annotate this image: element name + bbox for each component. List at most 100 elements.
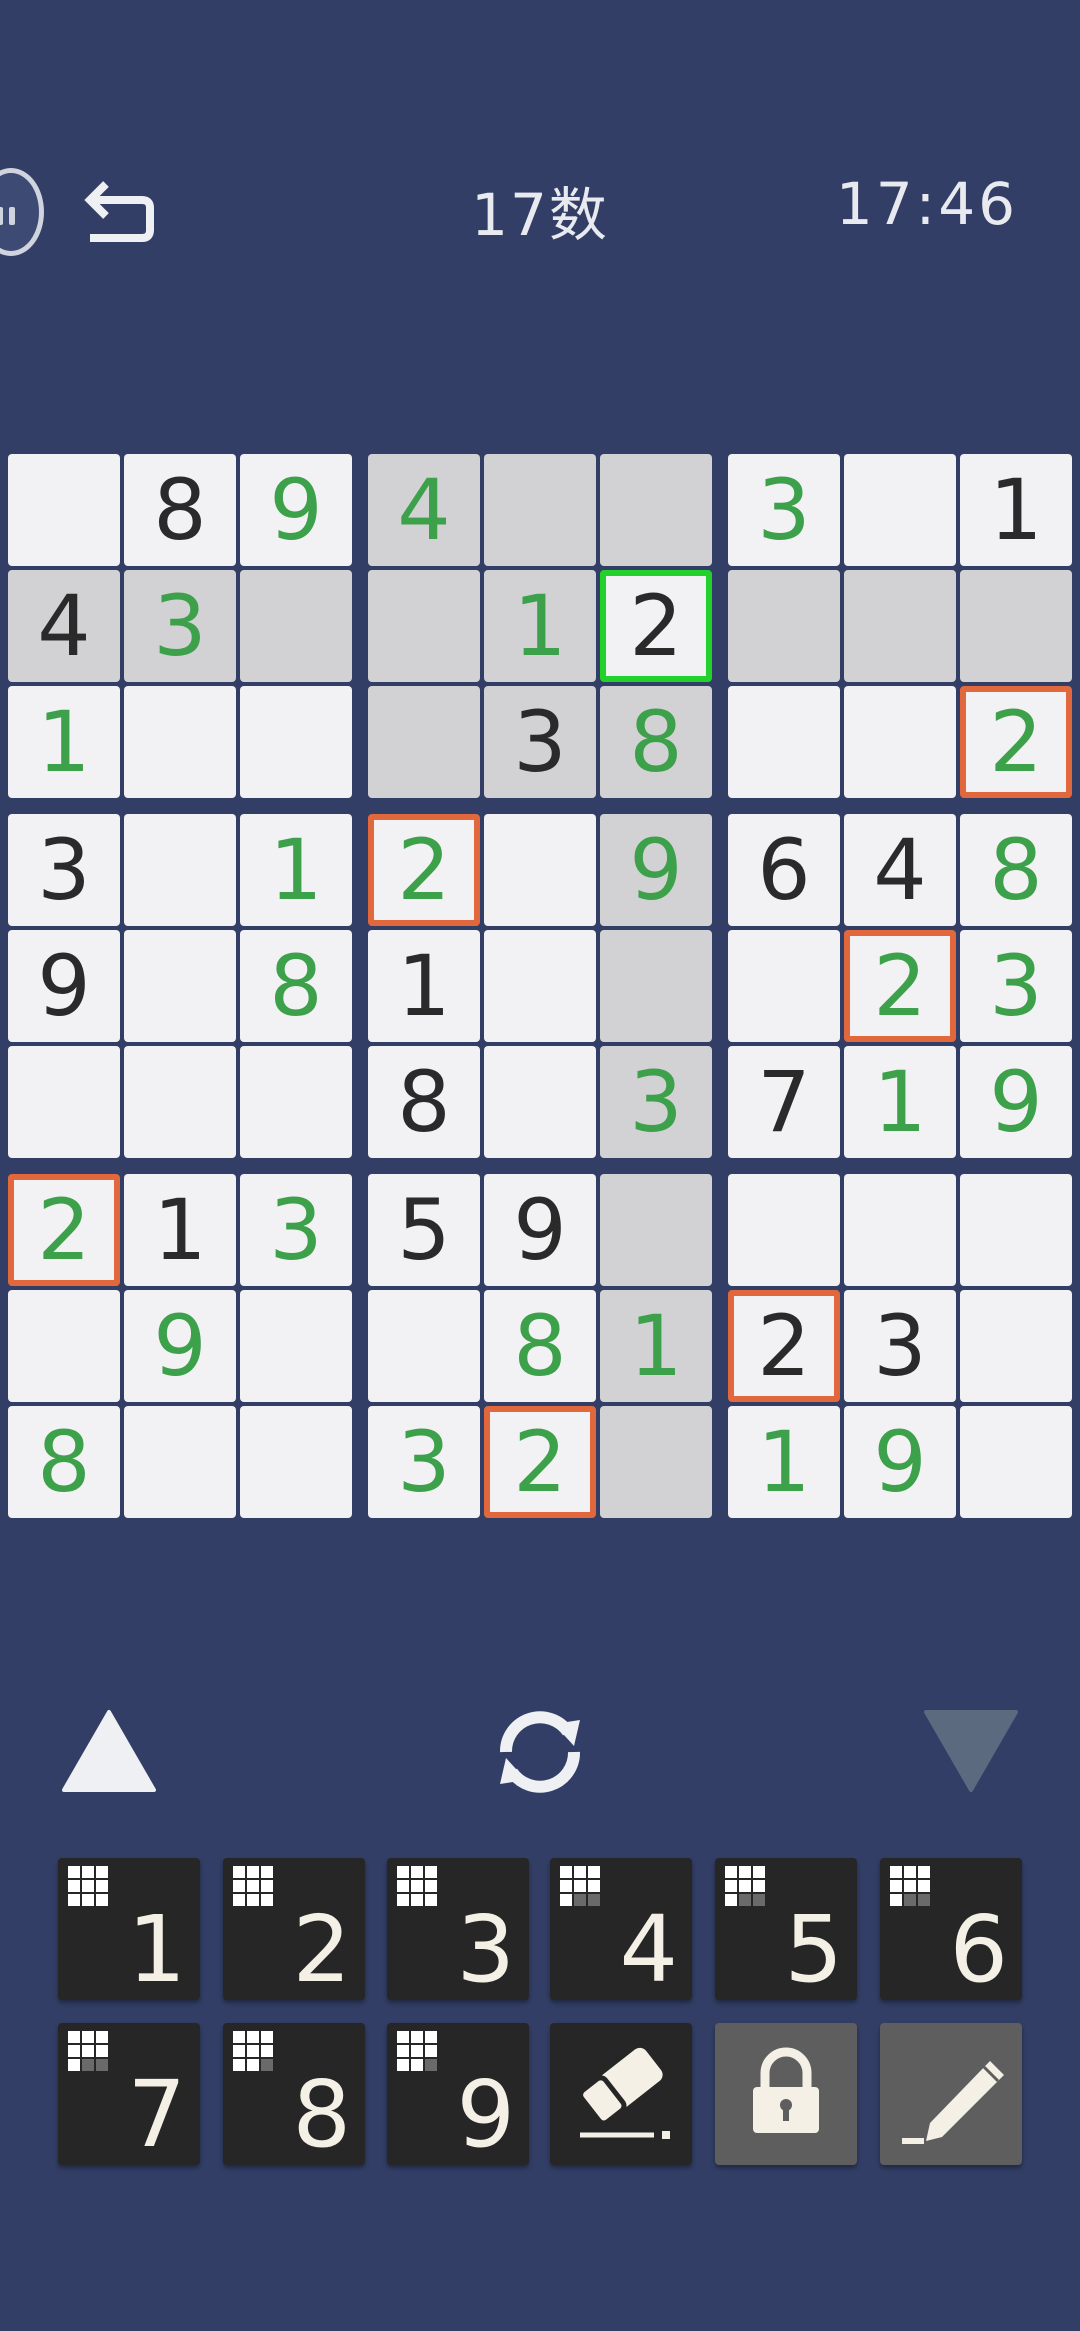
remaining-indicator-icon	[397, 2031, 437, 2071]
board-cell-r5-c6[interactable]	[600, 930, 712, 1042]
board-cell-r6-c5[interactable]	[484, 1046, 596, 1158]
number-key-2[interactable]: 2	[223, 1858, 365, 2000]
board-cell-r5-c2[interactable]	[124, 930, 236, 1042]
board-cell-r6-c3[interactable]	[240, 1046, 352, 1158]
board-cell-r3-c4[interactable]	[368, 686, 480, 798]
board-cell-r9-c5[interactable]: 2	[484, 1406, 596, 1518]
board-cell-r5-c1[interactable]: 9	[8, 930, 120, 1042]
board-cell-r6-c1[interactable]	[8, 1046, 120, 1158]
board-cell-r7-c9[interactable]	[960, 1174, 1072, 1286]
board-cell-r4-c1[interactable]: 3	[8, 814, 120, 926]
board-cell-r2-c1[interactable]: 4	[8, 570, 120, 682]
board-cell-r4-c3[interactable]: 1	[240, 814, 352, 926]
board-cell-r3-c2[interactable]	[124, 686, 236, 798]
board-cell-r3-c8[interactable]	[844, 686, 956, 798]
board-cell-r4-c9[interactable]: 8	[960, 814, 1072, 926]
board-cell-r6-c7[interactable]: 7	[728, 1046, 840, 1158]
board-cell-r3-c6[interactable]: 8	[600, 686, 712, 798]
board-cell-r2-c8[interactable]	[844, 570, 956, 682]
number-key-4[interactable]: 4	[550, 1858, 692, 2000]
board-cell-r8-c9[interactable]	[960, 1290, 1072, 1402]
pencil-icon	[902, 2061, 1004, 2144]
board-cell-r2-c9[interactable]	[960, 570, 1072, 682]
board-cell-r2-c5[interactable]: 1	[484, 570, 596, 682]
board-cell-r4-c2[interactable]	[124, 814, 236, 926]
board-cell-r3-c5[interactable]: 3	[484, 686, 596, 798]
board-cell-r5-c7[interactable]	[728, 930, 840, 1042]
board-cell-r2-c6[interactable]: 2	[600, 570, 712, 682]
board-cell-r7-c5[interactable]: 9	[484, 1174, 596, 1286]
triangle-down-icon[interactable]	[922, 1708, 1020, 1798]
board-cell-r1-c6[interactable]	[600, 454, 712, 566]
number-key-7[interactable]: 7	[58, 2023, 200, 2165]
board-cell-r7-c8[interactable]	[844, 1174, 956, 1286]
board-cell-r8-c3[interactable]	[240, 1290, 352, 1402]
number-key-label: 1	[127, 1896, 186, 2003]
board-cell-r9-c6[interactable]	[600, 1406, 712, 1518]
board-cell-r6-c6[interactable]: 3	[600, 1046, 712, 1158]
board-cell-r1-c4[interactable]: 4	[368, 454, 480, 566]
number-key-6[interactable]: 6	[880, 1858, 1022, 2000]
board-cell-r9-c9[interactable]	[960, 1406, 1072, 1518]
board-cell-r3-c7[interactable]	[728, 686, 840, 798]
board-cell-r9-c3[interactable]	[240, 1406, 352, 1518]
cycle-icon[interactable]	[488, 1706, 592, 1802]
board-cell-r5-c3[interactable]: 8	[240, 930, 352, 1042]
board-cell-r4-c5[interactable]	[484, 814, 596, 926]
number-key-5[interactable]: 5	[715, 1858, 857, 2000]
board-cell-r3-c1[interactable]: 1	[8, 686, 120, 798]
board-cell-r2-c7[interactable]	[728, 570, 840, 682]
board-cell-r7-c7[interactable]	[728, 1174, 840, 1286]
board-cell-r1-c5[interactable]	[484, 454, 596, 566]
board-cell-r4-c6[interactable]: 9	[600, 814, 712, 926]
board-cell-r6-c8[interactable]: 1	[844, 1046, 956, 1158]
board-cell-r8-c7[interactable]: 2	[728, 1290, 840, 1402]
board-cell-r1-c9[interactable]: 1	[960, 454, 1072, 566]
board-cell-r8-c2[interactable]: 9	[124, 1290, 236, 1402]
board-cell-r5-c5[interactable]	[484, 930, 596, 1042]
board-cell-r1-c2[interactable]: 8	[124, 454, 236, 566]
board-cell-r7-c1[interactable]: 2	[8, 1174, 120, 1286]
board-cell-r4-c4[interactable]: 2	[368, 814, 480, 926]
lock-button[interactable]	[715, 2023, 857, 2165]
board-cell-r4-c7[interactable]: 6	[728, 814, 840, 926]
board-cell-r1-c1[interactable]	[8, 454, 120, 566]
board-cell-r7-c6[interactable]	[600, 1174, 712, 1286]
board-cell-r7-c4[interactable]: 5	[368, 1174, 480, 1286]
number-key-3[interactable]: 3	[387, 1858, 529, 2000]
pencil-button[interactable]	[880, 2023, 1022, 2165]
board-cell-r3-c9[interactable]: 2	[960, 686, 1072, 798]
board-cell-r3-c3[interactable]	[240, 686, 352, 798]
board-cell-r9-c7[interactable]: 1	[728, 1406, 840, 1518]
triangle-up-icon[interactable]	[60, 1708, 158, 1798]
board-cell-r5-c8[interactable]: 2	[844, 930, 956, 1042]
board-cell-r8-c4[interactable]	[368, 1290, 480, 1402]
board-cell-r1-c3[interactable]: 9	[240, 454, 352, 566]
board-cell-r9-c1[interactable]: 8	[8, 1406, 120, 1518]
board-cell-r2-c2[interactable]: 3	[124, 570, 236, 682]
board-cell-r7-c2[interactable]: 1	[124, 1174, 236, 1286]
board-cell-r1-c7[interactable]: 3	[728, 454, 840, 566]
board-cell-r1-c8[interactable]	[844, 454, 956, 566]
board-cell-r5-c9[interactable]: 3	[960, 930, 1072, 1042]
board-cell-r8-c6[interactable]: 1	[600, 1290, 712, 1402]
board-cell-r9-c2[interactable]	[124, 1406, 236, 1518]
board-cell-r8-c5[interactable]: 8	[484, 1290, 596, 1402]
number-key-label: 8	[292, 2061, 351, 2168]
number-key-9[interactable]: 9	[387, 2023, 529, 2165]
board-cell-r9-c8[interactable]: 9	[844, 1406, 956, 1518]
board-cell-r7-c3[interactable]: 3	[240, 1174, 352, 1286]
board-cell-r8-c1[interactable]	[8, 1290, 120, 1402]
board-cell-r6-c9[interactable]: 9	[960, 1046, 1072, 1158]
board-cell-r6-c4[interactable]: 8	[368, 1046, 480, 1158]
eraser-button[interactable]	[550, 2023, 692, 2165]
board-cell-r4-c8[interactable]: 4	[844, 814, 956, 926]
number-key-8[interactable]: 8	[223, 2023, 365, 2165]
number-key-1[interactable]: 1	[58, 1858, 200, 2000]
board-cell-r2-c4[interactable]	[368, 570, 480, 682]
board-cell-r5-c4[interactable]: 1	[368, 930, 480, 1042]
board-cell-r6-c2[interactable]	[124, 1046, 236, 1158]
board-cell-r8-c8[interactable]: 3	[844, 1290, 956, 1402]
board-cell-r9-c4[interactable]: 3	[368, 1406, 480, 1518]
board-cell-r2-c3[interactable]	[240, 570, 352, 682]
